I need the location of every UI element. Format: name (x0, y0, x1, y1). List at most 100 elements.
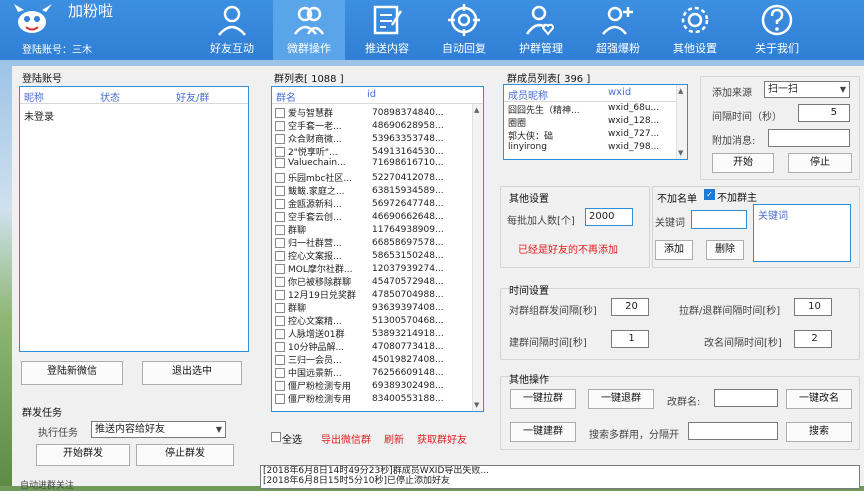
group-row[interactable]: 中国远景新... 76256609148... (272, 366, 483, 379)
nav-item-about[interactable]: 关于我们 (741, 0, 813, 60)
nav-item-push-content[interactable]: 推送内容 (351, 0, 423, 60)
fetch-group-friends-link[interactable]: 获取群好友 (417, 431, 467, 446)
add-source-select[interactable]: 扫一扫 ▼ (764, 81, 850, 98)
extra-message-input[interactable] (768, 129, 850, 147)
nav-item-super-fans[interactable]: 超强爆粉 (582, 0, 654, 60)
group-row[interactable]: 乐园mbc社区... 52270412078... (272, 171, 483, 184)
group-row-checkbox[interactable] (275, 315, 285, 326)
group-name: 你已被移除群聊 (288, 278, 352, 288)
group-row-checkbox[interactable] (275, 354, 285, 365)
login-row[interactable]: 未登录 (24, 108, 248, 121)
one-click-quit-group-button[interactable]: 一键退群 (588, 389, 654, 409)
group-row-checkbox[interactable] (275, 263, 285, 274)
no-add-list-title: 不加名单 (657, 194, 697, 205)
group-row[interactable]: 僵尸粉检测专用 83400553188... (272, 392, 483, 405)
group-row[interactable]: 12月19日兑奖群 47850704988... (272, 288, 483, 301)
select-all-checkbox[interactable] (271, 432, 281, 442)
nav-item-auto-reply[interactable]: 自动回复 (428, 0, 500, 60)
nav-item-friend-interaction[interactable]: 好友互动 (196, 0, 268, 60)
login-new-wechat-button[interactable]: 登陆新微信 (21, 361, 123, 385)
group-row[interactable]: 归一社群营... 66858697578... (272, 236, 483, 249)
group-row[interactable]: 群聊 11764938909... (272, 223, 483, 236)
group-row[interactable]: 爱与智慧群 70898374840... (272, 106, 483, 119)
nav-label: 自动回复 (442, 42, 486, 55)
group-row-checkbox[interactable] (275, 120, 285, 131)
login-account-list[interactable]: 昵称 状态 好友/群 未登录 (19, 86, 249, 352)
group-row-checkbox[interactable] (275, 237, 285, 248)
group-row[interactable]: 群聊 93639397408... (272, 301, 483, 314)
interval-input[interactable]: 5 (798, 104, 850, 122)
nav-item-group-guard[interactable]: 护群管理 (505, 0, 577, 60)
batch-size-input[interactable]: 2000 (585, 208, 633, 226)
search-button[interactable]: 搜索 (786, 422, 852, 442)
group-row[interactable]: 控心文案精... 51300570468... (272, 314, 483, 327)
group-row-checkbox[interactable] (275, 146, 285, 157)
nav-item-group-ops[interactable]: 微群操作 (273, 0, 345, 60)
delete-keyword-button[interactable]: 删除 (706, 240, 744, 260)
add-start-button[interactable]: 开始 (712, 153, 774, 173)
group-row[interactable]: MOL摩尔社群... 12037939274... (272, 262, 483, 275)
add-keyword-button[interactable]: 添加 (655, 240, 693, 260)
group-row[interactable]: 你已被移除群聊 45470572948... (272, 275, 483, 288)
group-row-checkbox[interactable] (275, 172, 285, 183)
group-row-checkbox[interactable] (275, 289, 285, 300)
group-row-checkbox[interactable] (275, 107, 285, 118)
group-row[interactable]: 空手套一老... 48690628958... (272, 119, 483, 132)
group-row[interactable]: 人脉增送01群 53893214918... (272, 327, 483, 340)
group-row[interactable]: 控心文案报... 58653150248... (272, 249, 483, 262)
group-row-checkbox[interactable] (275, 250, 285, 261)
build-interval-input[interactable]: 1 (611, 330, 649, 348)
group-row[interactable]: 金瓯源新科... 56972647748... (272, 197, 483, 210)
nav-item-other-settings[interactable]: 其他设置 (659, 0, 731, 60)
group-row-checkbox[interactable] (275, 393, 285, 404)
member-list-scrollbar[interactable]: ▲ ▼ (676, 85, 687, 159)
start-mass-send-button[interactable]: 开始群发 (36, 444, 130, 466)
member-row[interactable]: linyirong wxid_798... (504, 142, 687, 155)
group-row[interactable]: 2"悦享听"... 54913164530... (272, 145, 483, 158)
member-row[interactable]: 囧囧先生（精神... wxid_68u... (504, 103, 687, 116)
group-row-checkbox[interactable] (275, 158, 285, 168)
group-row-checkbox[interactable] (275, 380, 285, 391)
refresh-link[interactable]: 刷新 (384, 431, 404, 446)
group-row-checkbox[interactable] (275, 276, 285, 287)
group-row-checkbox[interactable] (275, 211, 285, 222)
group-row[interactable]: 僵尸粉检测专用 69389302498... (272, 379, 483, 392)
export-groups-link[interactable]: 导出微信群 (321, 431, 371, 446)
exec-task-select[interactable]: 推送内容给好友 ▼ (91, 421, 226, 438)
logout-selected-button[interactable]: 退出选中 (142, 361, 242, 385)
group-row[interactable]: 三归一会员... 45019827408... (272, 353, 483, 366)
group-row[interactable]: Valuechain... 71698616710... (272, 158, 483, 171)
group-row[interactable]: 鲅鲅.家庭之... 63815934589... (272, 184, 483, 197)
one-click-rename-button[interactable]: 一键改名 (786, 389, 852, 409)
group-row-checkbox[interactable] (275, 302, 285, 313)
member-row[interactable]: 圈圈 wxid_128... (504, 116, 687, 129)
column-group-name: 群名 (276, 93, 296, 104)
group-list-scrollbar[interactable]: ▲ ▼ (472, 104, 483, 411)
no-add-group-owner-checkbox[interactable]: ✓ (704, 189, 715, 200)
group-id: 66858697578... (372, 237, 444, 248)
kick-interval-input[interactable]: 10 (794, 298, 832, 316)
rename-interval-input[interactable]: 2 (794, 330, 832, 348)
keyword-list[interactable]: 关键词 (753, 204, 851, 262)
group-row[interactable]: 空手套云创... 46690662648... (272, 210, 483, 223)
pull-interval-input[interactable]: 20 (611, 298, 649, 316)
rename-group-input[interactable] (714, 389, 778, 407)
group-row-checkbox[interactable] (275, 224, 285, 235)
group-row[interactable]: 10分钟品解... 47080773418... (272, 340, 483, 353)
stop-mass-send-button[interactable]: 停止群发 (136, 444, 234, 466)
member-list[interactable]: 成员昵称 wxid 囧囧先生（精神... wxid_68u... 圈圈 wxid_12… (503, 84, 688, 160)
keyword-input[interactable] (691, 210, 747, 229)
member-row[interactable]: 郭大侠：础 wxid_727... (504, 129, 687, 142)
group-row-checkbox[interactable] (275, 198, 285, 209)
one-click-build-group-button[interactable]: 一键建群 (510, 422, 576, 442)
group-row-checkbox[interactable] (275, 341, 285, 352)
group-row-checkbox[interactable] (275, 133, 285, 144)
group-row-checkbox[interactable] (275, 185, 285, 196)
add-stop-button[interactable]: 停止 (788, 153, 852, 173)
group-row[interactable]: 众合财商微... 53963353748... (272, 132, 483, 145)
one-click-pull-group-button[interactable]: 一键拉群 (510, 389, 576, 409)
group-row-checkbox[interactable] (275, 328, 285, 339)
group-row-checkbox[interactable] (275, 367, 285, 378)
search-groups-input[interactable] (688, 422, 778, 440)
group-list[interactable]: 群名 id 爱与智慧群 70898374840... 空手套一老... 4869062… (271, 86, 484, 412)
